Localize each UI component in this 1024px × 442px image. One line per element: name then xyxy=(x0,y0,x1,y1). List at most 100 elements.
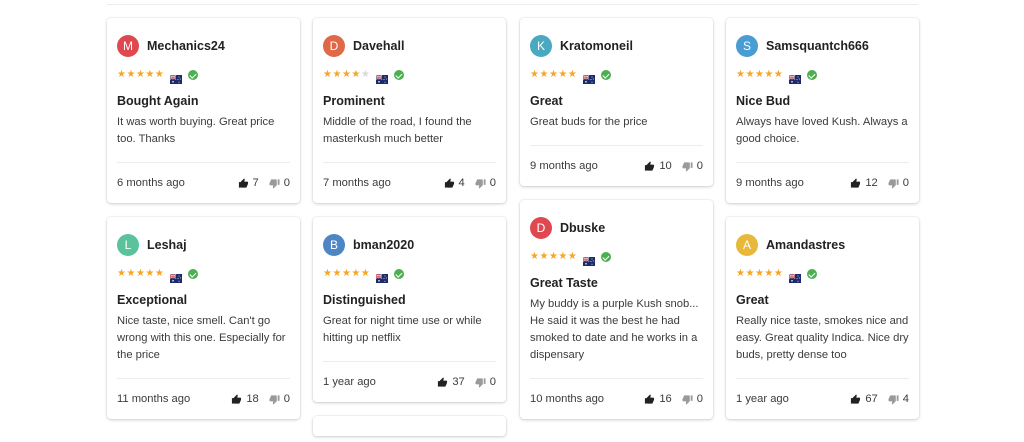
avatar[interactable]: S xyxy=(736,35,758,57)
star-icon: ★ xyxy=(351,268,361,279)
downvote-count: 0 xyxy=(902,177,909,189)
star-icon: ★ xyxy=(764,69,774,80)
avatar-initial: A xyxy=(742,238,751,252)
review-footer: 9 months ago 10 0 xyxy=(530,145,703,186)
downvote-button[interactable]: 0 xyxy=(269,177,290,189)
review-card: D Dbuske ★ ★ ★ ★ ★ Great Taste My buddy is a pur… xyxy=(520,200,713,419)
username-link[interactable]: Davehall xyxy=(353,39,404,53)
star-icon: ★ xyxy=(736,268,745,279)
upvote-button[interactable]: 12 xyxy=(850,177,878,189)
review-footer: 7 months ago 4 0 xyxy=(323,162,496,203)
avatar[interactable]: B xyxy=(323,234,345,256)
rating-row: ★ ★ ★ ★ ★ xyxy=(323,68,496,84)
username-link[interactable]: Dbuske xyxy=(560,221,605,235)
rating-row: ★ ★ ★ ★ ★ xyxy=(736,267,909,283)
review-title: Great xyxy=(530,94,563,108)
avatar-initial: K xyxy=(536,39,545,53)
star-icon: ★ xyxy=(773,268,783,279)
thumbs-up-icon xyxy=(444,177,459,189)
downvote-button[interactable]: 0 xyxy=(682,160,703,172)
avatar[interactable]: D xyxy=(323,35,345,57)
verified-check-icon xyxy=(394,269,405,279)
downvote-button[interactable]: 0 xyxy=(475,177,496,189)
review-card: A Amandastres ★ ★ ★ ★ ★ Great Really nice taste,… xyxy=(726,217,919,419)
username-link[interactable]: Kratomoneil xyxy=(560,39,633,53)
star-icon: ★ xyxy=(548,69,558,80)
upvote-button[interactable]: 10 xyxy=(644,160,672,172)
vote-group: 67 4 xyxy=(850,393,909,405)
verified-check-icon xyxy=(394,70,405,80)
thumbs-up-icon xyxy=(231,393,246,405)
thumbs-down-icon xyxy=(269,178,284,189)
username-link[interactable]: bman2020 xyxy=(353,238,414,252)
australia-flag-icon xyxy=(376,270,389,283)
star-icon: ★ xyxy=(736,69,745,80)
username-link[interactable]: Samsquantch666 xyxy=(766,39,869,53)
review-text: Nice taste, nice smell. Can't go wrong w… xyxy=(117,315,286,361)
verified-check-icon xyxy=(601,252,612,262)
avatar[interactable]: L xyxy=(117,234,139,256)
downvote-button[interactable]: 0 xyxy=(269,393,290,405)
downvote-button[interactable]: 4 xyxy=(888,393,909,405)
star-icon: ★ xyxy=(745,69,755,80)
star-icon: ★ xyxy=(548,251,558,262)
avatar-initial: S xyxy=(742,39,751,53)
avatar-initial: D xyxy=(536,221,546,235)
avatar[interactable]: A xyxy=(736,234,758,256)
rating-row: ★ ★ ★ ★ ★ xyxy=(530,68,703,84)
downvote-button[interactable]: 0 xyxy=(682,393,703,405)
thumbs-down-icon xyxy=(269,394,284,405)
thumbs-up-icon xyxy=(437,376,452,388)
review-title: Nice Bud xyxy=(736,94,791,108)
thumbs-up-icon xyxy=(850,177,865,189)
upvote-button[interactable]: 16 xyxy=(644,393,672,405)
upvote-count: 4 xyxy=(458,177,465,189)
vote-group: 70 xyxy=(238,177,290,189)
review-header: Bbman2020 xyxy=(323,233,496,257)
review-card: Bbman2020 ★ ★ ★ ★ ★ Distinguished Great for nig… xyxy=(313,217,506,402)
review-header: K Kratomoneil xyxy=(530,34,703,58)
review-column: S Samsquantch666 ★ ★ ★ ★ ★ Nice Bud Always have … xyxy=(726,18,919,433)
rating-row: ★ ★ ★ ★ ★ xyxy=(323,267,496,283)
star-icon: ★ xyxy=(530,251,539,262)
review-time: 7 months ago xyxy=(323,177,391,189)
upvote-count: 37 xyxy=(452,376,465,388)
username-link[interactable]: Amandastres xyxy=(766,238,845,252)
verified-check-icon xyxy=(188,269,199,279)
star-rating: ★ ★ ★ ★ ★ xyxy=(736,269,783,279)
upvote-button[interactable]: 4 xyxy=(444,177,465,189)
vote-group: 18 0 xyxy=(231,393,290,405)
review-card: M Mechanics24 ★ ★ ★ ★ ★ Bought Again It was wort… xyxy=(107,18,300,203)
review-column: K Kratomoneil ★ ★ ★ ★ ★ Great Great buds for the… xyxy=(520,18,713,433)
upvote-count: 7 xyxy=(252,177,259,189)
verified-check-icon xyxy=(188,70,199,80)
star-icon: ★ xyxy=(154,69,164,80)
thumbs-down-icon xyxy=(475,178,490,189)
upvote-button[interactable]: 67 xyxy=(850,393,878,405)
review-card: D Davehall ★ ★ ★ ★ ★ Prominent Middle of the roa… xyxy=(313,18,506,203)
avatar[interactable]: M xyxy=(117,35,139,57)
downvote-button[interactable]: 0 xyxy=(888,177,909,189)
downvote-count: 0 xyxy=(696,160,703,172)
downvote-count: 0 xyxy=(283,393,290,405)
review-text: Middle of the road, I found the masterku… xyxy=(323,116,472,145)
review-title: Prominent xyxy=(323,94,385,108)
upvote-button[interactable]: 7 xyxy=(238,177,259,189)
downvote-button[interactable]: 0 xyxy=(475,376,496,388)
rating-row: ★ ★ ★ ★ ★ xyxy=(736,68,909,84)
star-icon: ★ xyxy=(558,251,568,262)
username-link[interactable]: Leshaj xyxy=(147,238,187,252)
thumbs-down-icon xyxy=(888,178,903,189)
username-link[interactable]: Mechanics24 xyxy=(147,39,225,53)
thumbs-down-icon xyxy=(682,161,697,172)
upvote-button[interactable]: 18 xyxy=(231,393,259,405)
upvote-button[interactable]: 37 xyxy=(437,376,465,388)
avatar[interactable]: K xyxy=(530,35,552,57)
avatar[interactable]: D xyxy=(530,217,552,239)
upvote-count: 16 xyxy=(659,393,672,405)
australia-flag-icon xyxy=(170,71,183,84)
thumbs-up-icon xyxy=(850,393,865,405)
thumbs-down-icon xyxy=(475,377,490,388)
verified-check-icon xyxy=(807,70,818,80)
avatar-initial: D xyxy=(329,39,339,53)
